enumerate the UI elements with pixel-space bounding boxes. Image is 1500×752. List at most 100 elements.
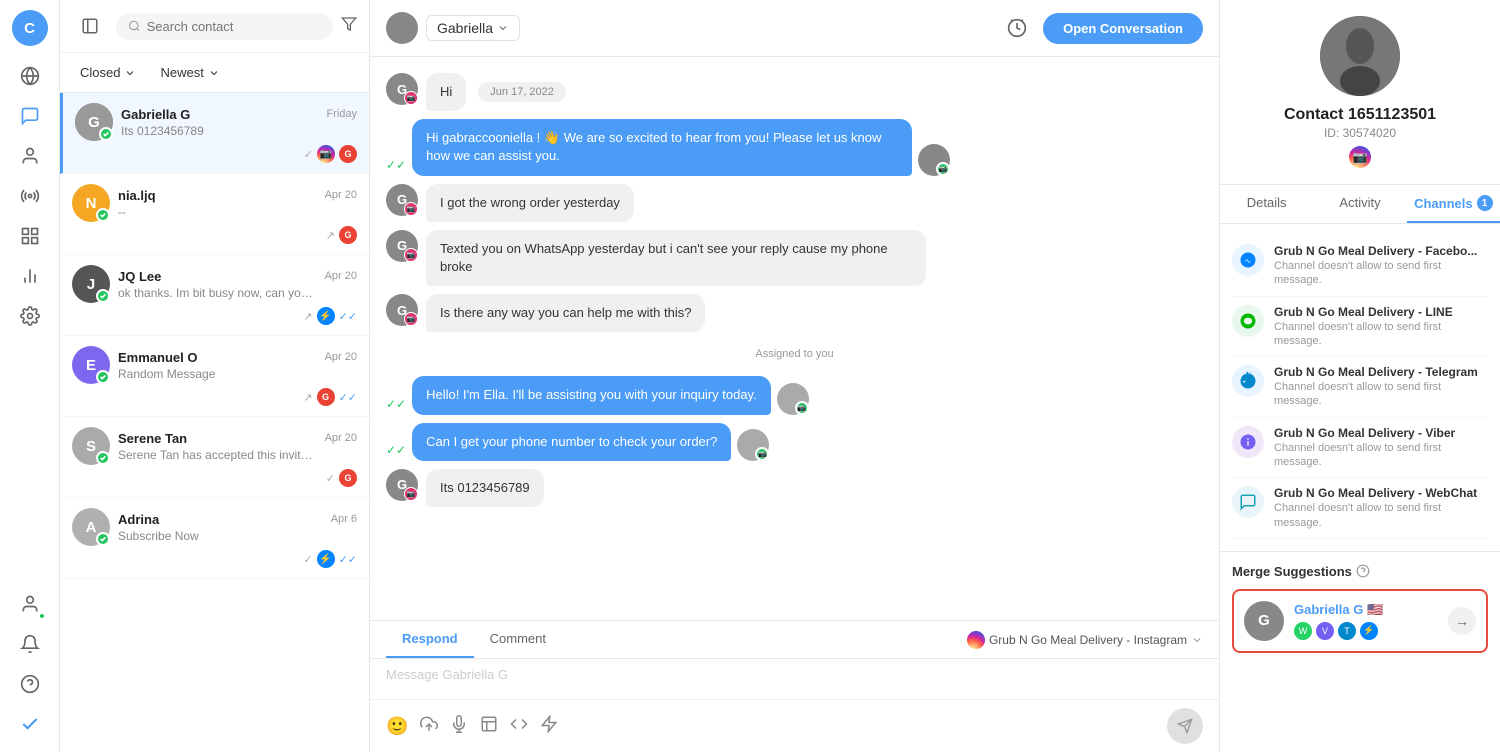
nav-icon-conversations[interactable] xyxy=(12,98,48,134)
merge-navigate-button[interactable]: → xyxy=(1448,607,1476,635)
channel-dropdown[interactable]: Grub N Go Meal Delivery - Instagram xyxy=(967,631,1203,649)
messenger-badge: ⚡ xyxy=(317,550,335,568)
ig-badge-out: 📷 xyxy=(795,401,809,415)
msg-bubble-whatsapp: Texted you on WhatsApp yesterday but i c… xyxy=(426,230,926,286)
channel-text-line: Grub N Go Meal Delivery - LINE Channel d… xyxy=(1274,305,1488,349)
filter-closed-btn[interactable]: Closed xyxy=(72,61,144,84)
contact-preview: ok thanks. Im bit busy now, can you do t… xyxy=(118,286,318,300)
nav-icon-broadcast[interactable] xyxy=(12,178,48,214)
chevron-down-sort-icon xyxy=(208,67,220,79)
nav-icon-integrations[interactable] xyxy=(12,218,48,254)
nav-icon-dashboard[interactable] xyxy=(12,58,48,94)
filter-newest-btn[interactable]: Newest xyxy=(152,61,227,84)
nav-icon-settings[interactable] xyxy=(12,298,48,334)
contact-item-adrina[interactable]: A Adrina Apr 6 Subscribe Now ✓ ⚡ ✓✓ xyxy=(60,498,369,579)
message-row-1: G 📷 Hi Jun 17, 2022 xyxy=(386,73,1203,111)
nav-icon-help[interactable] xyxy=(12,666,48,702)
merge-suggestions-section: Merge Suggestions G Gabriella G 🇺🇸 W V T… xyxy=(1220,551,1500,665)
search-box[interactable] xyxy=(116,13,333,40)
contact-item-nia[interactable]: N nia.ljq Apr 20 -- ↗ G xyxy=(60,174,369,255)
tab-comment[interactable]: Comment xyxy=(474,621,562,658)
ai-icon[interactable] xyxy=(540,715,558,738)
line-icon xyxy=(1239,312,1257,330)
send-button[interactable] xyxy=(1167,708,1203,744)
merge-channel-icons: W V T ⚡ xyxy=(1294,622,1438,640)
gmail-badge: G xyxy=(339,469,357,487)
reply-area: Respond Comment Grub N Go Meal Delivery … xyxy=(370,620,1219,752)
ig-channel-badge: 📷 xyxy=(404,91,418,105)
contact-preview: Subscribe Now xyxy=(118,529,318,543)
ig-badge-out: 📷 xyxy=(936,162,950,176)
conv-name-select[interactable]: Gabriella xyxy=(426,15,520,41)
search-icon xyxy=(128,19,141,33)
telegram-channel-logo xyxy=(1232,365,1264,397)
channel-name-messenger: Grub N Go Meal Delivery - Facebo... xyxy=(1274,244,1488,258)
upload-icon[interactable] xyxy=(420,715,438,738)
telegram-icon xyxy=(1239,372,1257,390)
double-check-icon: ✓✓ xyxy=(339,391,357,404)
search-input[interactable] xyxy=(147,19,321,34)
profile-photo-svg xyxy=(1320,16,1400,96)
nav-icon-analytics[interactable] xyxy=(12,258,48,294)
contact-profile-name: Contact 1651123501 xyxy=(1284,106,1436,124)
open-conversation-button[interactable]: Open Conversation xyxy=(1043,13,1203,44)
emoji-icon[interactable]: 🙂 xyxy=(386,716,408,737)
contact-date: Apr 20 xyxy=(325,189,357,201)
msg-content-row: Hi Jun 17, 2022 xyxy=(426,73,1203,111)
ig-channel-badge: 📷 xyxy=(404,202,418,216)
contact-item-gabriella[interactable]: G Gabriella G Friday Its 0123456789 ✓ 📷 xyxy=(60,93,369,174)
agent-avatar: 📷 xyxy=(737,429,769,461)
snooze-icon-btn[interactable] xyxy=(999,10,1035,46)
arrow-up-icon: ↗ xyxy=(303,391,312,404)
channel-name-viber: Grub N Go Meal Delivery - Viber xyxy=(1274,426,1488,440)
viber-channel-logo xyxy=(1232,426,1264,458)
messenger-merge-icon: ⚡ xyxy=(1360,622,1378,640)
contact-item-serene[interactable]: S Serene Tan Apr 20 Serene Tan has accep… xyxy=(60,417,369,498)
reply-input-area[interactable]: Message Gabriella G xyxy=(370,659,1219,699)
outgoing-msg-wrapper: ✓✓ Can I get your phone number to check … xyxy=(386,423,769,461)
message-row-7: ✓✓ Can I get your phone number to check … xyxy=(386,423,1203,461)
outgoing-msg-wrapper: ✓✓ Hello! I'm Ella. I'll be assisting yo… xyxy=(386,376,809,414)
reply-placeholder: Message Gabriella G xyxy=(386,667,508,682)
channel-dropdown-chevron xyxy=(1191,634,1203,646)
date-separator-pill: Jun 17, 2022 xyxy=(478,82,566,102)
conv-contact-info: Gabriella xyxy=(386,12,991,44)
audio-icon[interactable] xyxy=(450,715,468,738)
contact-date: Friday xyxy=(326,108,357,120)
tab-details[interactable]: Details xyxy=(1220,185,1313,223)
contact-item-jqlee[interactable]: J JQ Lee Apr 20 ok thanks. Im bit busy n… xyxy=(60,255,369,336)
template-icon[interactable] xyxy=(480,715,498,738)
conversation-header: Gabriella Open Conversation xyxy=(370,0,1219,57)
channel-text-webchat: Grub N Go Meal Delivery - WebChat Channe… xyxy=(1274,486,1488,530)
nav-icon-notifications[interactable] xyxy=(12,626,48,662)
nav-icon-checkmark[interactable] xyxy=(12,706,48,742)
ig-channel-badge: 📷 xyxy=(404,487,418,501)
msg-bubble-help: Is there any way you can help me with th… xyxy=(426,294,705,332)
msg-sent-checkmark: ✓✓ xyxy=(386,397,406,411)
tab-activity[interactable]: Activity xyxy=(1313,185,1406,223)
nav-icon-contacts[interactable] xyxy=(12,138,48,174)
sidebar-toggle-icon[interactable] xyxy=(72,8,108,44)
contact-name: Adrina xyxy=(118,512,159,527)
contact-date: Apr 20 xyxy=(325,270,357,282)
contact-item-emmanuel[interactable]: E Emmanuel O Apr 20 Random Message ↗ G ✓… xyxy=(60,336,369,417)
channels-badge: 1 xyxy=(1477,195,1493,211)
messenger-icon xyxy=(1239,251,1257,269)
filter-icon[interactable] xyxy=(341,16,357,37)
tab-channels[interactable]: Channels 1 xyxy=(1407,185,1500,223)
nav-icon-profile[interactable] xyxy=(12,586,48,622)
instagram-badge: 📷 xyxy=(317,145,335,163)
webchat-icon xyxy=(1239,493,1257,511)
message-row-8: G 📷 Its 0123456789 xyxy=(386,469,1203,507)
shortcode-icon[interactable] xyxy=(510,715,528,738)
webchat-channel-logo xyxy=(1232,486,1264,518)
user-avatar[interactable]: C xyxy=(12,10,48,46)
messages-area: G 📷 Hi Jun 17, 2022 ✓✓ Hi gabraccooniell… xyxy=(370,57,1219,620)
channel-name-line: Grub N Go Meal Delivery - LINE xyxy=(1274,305,1488,319)
msg-bubble-ella: Hello! I'm Ella. I'll be assisting you w… xyxy=(412,376,771,414)
left-navigation: C xyxy=(0,0,60,752)
help-icon xyxy=(1356,564,1370,578)
tab-respond[interactable]: Respond xyxy=(386,621,474,658)
send-icon xyxy=(1177,718,1193,734)
conv-contact-name: Gabriella xyxy=(437,20,493,36)
